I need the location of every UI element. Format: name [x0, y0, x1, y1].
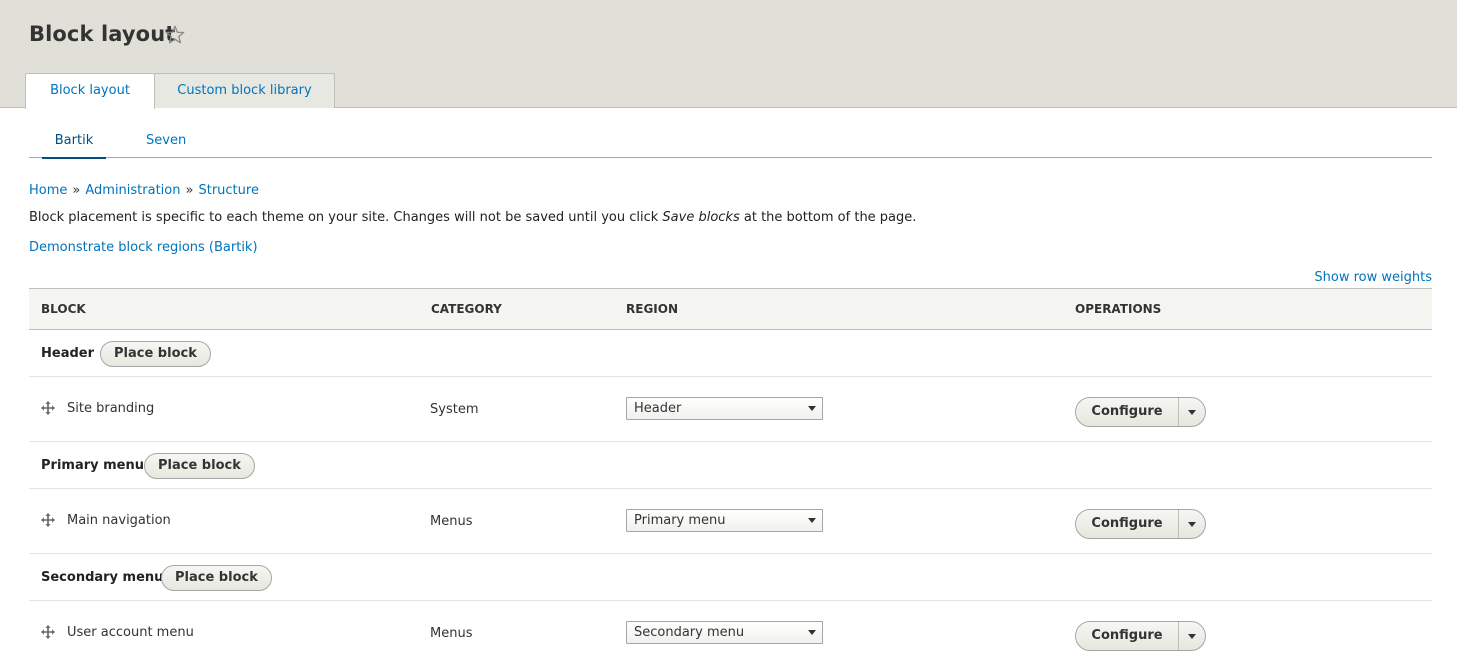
configure-button[interactable]: Configure	[1076, 510, 1179, 538]
configure-button[interactable]: Configure	[1076, 622, 1179, 650]
region-select-value: Secondary menu	[634, 625, 745, 640]
region-select-value: Primary menu	[634, 513, 726, 528]
drag-handle-icon[interactable]	[41, 401, 55, 415]
description-text: Block placement is specific to each them…	[29, 210, 663, 225]
caret-down-icon	[1188, 522, 1196, 527]
place-block-button[interactable]: Place block	[144, 453, 255, 479]
description-text-end: at the bottom of the page.	[739, 210, 917, 225]
breadcrumb-separator: »	[185, 183, 194, 198]
breadcrumb-administration[interactable]: Administration	[85, 183, 180, 198]
operations-dropbutton: Configure	[1075, 621, 1206, 651]
page-title: Block layout	[29, 22, 176, 46]
description-emphasis: Save blocks	[662, 210, 740, 225]
blocks-table: BLOCK CATEGORY REGION OPERATIONS Header …	[29, 288, 1432, 660]
caret-down-icon	[808, 406, 816, 411]
block-placement-description: Block placement is specific to each them…	[29, 210, 916, 225]
block-name: Main navigation	[67, 513, 171, 528]
subtab-bartik[interactable]: Bartik	[42, 133, 106, 159]
caret-down-icon	[1188, 410, 1196, 415]
region-select-value: Header	[634, 401, 682, 416]
tab-block-layout[interactable]: Block layout	[25, 73, 155, 109]
subtab-seven[interactable]: Seven	[146, 133, 186, 148]
tab-custom-block-library[interactable]: Custom block library	[154, 73, 335, 108]
demonstrate-regions-link[interactable]: Demonstrate block regions (Bartik)	[29, 240, 258, 255]
theme-subtabs: Bartik Seven	[29, 128, 1432, 159]
place-block-button[interactable]: Place block	[161, 565, 272, 591]
region-title: Secondary menu	[41, 570, 164, 585]
operations-toggle[interactable]	[1180, 510, 1206, 538]
operations-dropbutton: Configure	[1075, 509, 1206, 539]
caret-down-icon	[808, 630, 816, 635]
region-title: Primary menu	[41, 458, 144, 473]
region-title: Header	[41, 346, 95, 361]
operations-toggle[interactable]	[1180, 622, 1206, 650]
operations-dropbutton: Configure	[1075, 397, 1206, 427]
column-header-operations: OPERATIONS	[1075, 302, 1162, 316]
configure-button[interactable]: Configure	[1076, 398, 1179, 426]
breadcrumb-structure[interactable]: Structure	[198, 183, 258, 198]
star-icon[interactable]	[164, 24, 186, 46]
table-row: User account menu Menus Secondary menu C…	[29, 601, 1432, 660]
drag-handle-icon[interactable]	[41, 513, 55, 527]
page-header: Block layout Block layout Custom block l…	[0, 0, 1457, 109]
block-category: Menus	[430, 626, 473, 641]
column-header-region: REGION	[626, 302, 678, 316]
table-header: BLOCK CATEGORY REGION OPERATIONS	[29, 288, 1432, 330]
drag-handle-icon[interactable]	[41, 625, 55, 639]
operations-toggle[interactable]	[1180, 398, 1206, 426]
show-row-weights-link[interactable]: Show row weights	[1314, 270, 1432, 285]
breadcrumb-home[interactable]: Home	[29, 183, 67, 198]
column-header-block: BLOCK	[41, 302, 86, 316]
place-block-button[interactable]: Place block	[100, 341, 211, 367]
block-category: Menus	[430, 514, 473, 529]
table-row: Site branding System Header Configure	[29, 377, 1432, 442]
block-category: System	[430, 402, 479, 417]
block-name: Site branding	[67, 401, 155, 416]
column-header-category: CATEGORY	[431, 302, 502, 316]
breadcrumb: Home » Administration » Structure	[29, 183, 259, 198]
table-row: Main navigation Menus Primary menu Confi…	[29, 489, 1432, 554]
block-name: User account menu	[67, 625, 194, 640]
region-select[interactable]: Secondary menu	[626, 621, 823, 644]
region-row-primary-menu: Primary menu Place block	[29, 442, 1432, 489]
caret-down-icon	[1188, 634, 1196, 639]
region-select[interactable]: Primary menu	[626, 509, 823, 532]
caret-down-icon	[808, 518, 816, 523]
region-row-header: Header Place block	[29, 330, 1432, 377]
region-select[interactable]: Header	[626, 397, 823, 420]
region-row-secondary-menu: Secondary menu Place block	[29, 554, 1432, 601]
breadcrumb-separator: »	[72, 183, 81, 198]
